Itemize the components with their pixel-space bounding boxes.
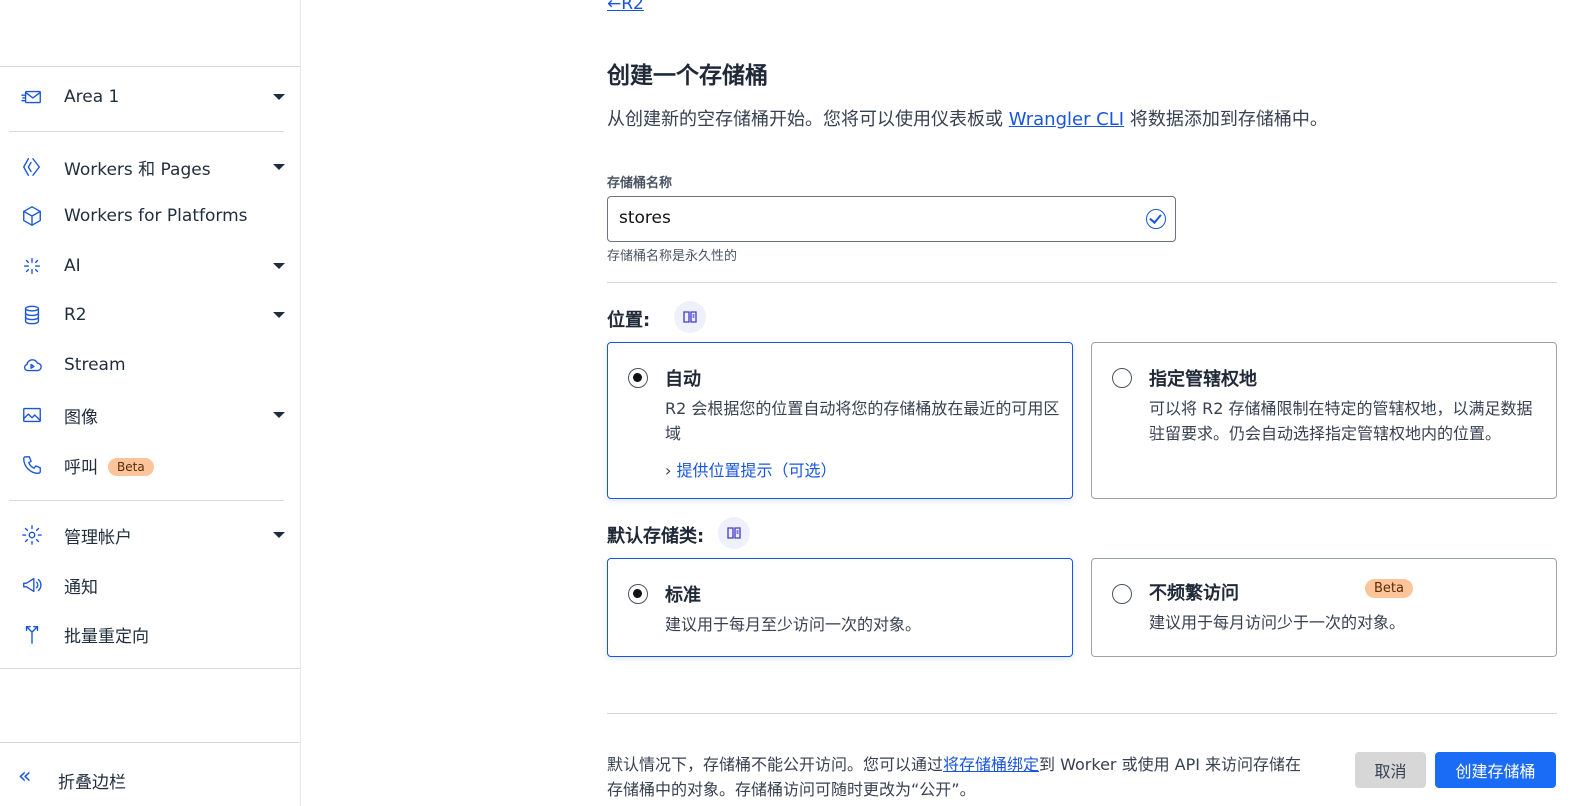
storage-standard-title: 标准: [665, 585, 701, 606]
page-title: 创建一个存储桶: [607, 63, 768, 89]
beta-badge: Beta: [108, 457, 154, 476]
sidebar-divider: [0, 742, 300, 743]
sidebar-item-stream[interactable]: Stream: [0, 345, 300, 385]
sidebar-item-label: 呼叫 Beta: [64, 453, 154, 478]
back-link[interactable]: ←R2: [607, 0, 644, 14]
collapse-sidebar-button[interactable]: « 折叠边栏: [0, 756, 300, 800]
docs-book-icon[interactable]: [718, 517, 750, 549]
sidebar-item-label: 管理帐户: [64, 527, 132, 548]
megaphone-icon: [20, 573, 44, 597]
sidebar-item-label: 批量重定向: [64, 626, 149, 647]
sidebar-item-workers-for-platforms[interactable]: Workers for Platforms: [0, 196, 300, 236]
location-jurisdiction-option[interactable]: 指定管辖权地 可以将 R2 存储桶限制在特定的管辖权地，以满足数据驻留要求。仍会…: [1091, 342, 1557, 499]
chevron-down-icon: [273, 94, 285, 100]
sidebar-item-label: 通知: [64, 577, 98, 598]
bucket-name-field[interactable]: [607, 196, 1176, 242]
location-auto-option[interactable]: 自动 R2 会根据您的位置自动将您的存储桶放在最近的可用区域 › 提供位置提示（…: [607, 342, 1073, 499]
docs-book-icon[interactable]: [674, 301, 706, 333]
sidebar-item-images[interactable]: 图像: [0, 395, 300, 435]
sidebar-divider: [0, 668, 300, 669]
divider: [607, 282, 1557, 283]
location-label: 位置:: [607, 310, 651, 331]
chevron-down-icon: [273, 312, 285, 318]
chevron-down-icon: [273, 164, 285, 170]
sidebar-item-label: AI: [64, 256, 81, 276]
sidebar-item-calls[interactable]: 呼叫 Beta: [0, 445, 300, 485]
page-description: 从创建新的空存储桶开始。您将可以使用仪表板或 Wrangler CLI 将数据添…: [607, 109, 1328, 130]
storage-infrequent-desc: 建议用于每月访问少于一次的对象。: [1149, 613, 1406, 632]
sidebar-item-workers-pages[interactable]: Workers 和 Pages: [0, 147, 300, 187]
divider: [607, 713, 1557, 714]
redirect-icon: [20, 622, 44, 646]
footer-note: 默认情况下，存储桶不能公开访问。您可以通过将存储桶绑定到 Worker 或使用 …: [607, 755, 1302, 799]
double-chevron-left-icon: «: [18, 764, 32, 789]
sidebar-item-label: Stream: [64, 355, 126, 375]
collapse-sidebar-label: 折叠边栏: [58, 773, 126, 793]
storage-standard-option[interactable]: 标准 建议用于每月至少访问一次的对象。: [607, 558, 1073, 657]
location-jurisdiction-title: 指定管辖权地: [1149, 369, 1257, 390]
back-link-label: R2: [621, 0, 644, 14]
sidebar-item-ai[interactable]: AI: [0, 246, 300, 286]
arrow-left-icon: ←: [607, 0, 622, 14]
sparkle-icon: [20, 254, 44, 278]
mail-shield-icon: [20, 85, 44, 109]
check-circle-icon: [1146, 209, 1166, 229]
stream-cloud-icon: [20, 353, 44, 377]
bucket-name-hint: 存储桶名称是永久性的: [607, 249, 738, 264]
sidebar-item-label: Workers 和 Pages: [64, 159, 211, 180]
storage-infrequent-title: 不频繁访问: [1149, 583, 1239, 604]
chevron-down-icon: [273, 532, 285, 538]
bucket-name-input[interactable]: [619, 208, 1119, 228]
storage-class-label: 默认存储类:: [607, 526, 705, 547]
bucket-name-label: 存储桶名称: [607, 176, 673, 191]
chevron-down-icon: [273, 412, 285, 418]
sidebar-divider: [9, 131, 284, 132]
sidebar: Area 1 Workers 和 Pages Workers for Platf…: [0, 0, 301, 806]
database-icon: [20, 303, 44, 327]
sidebar-divider: [0, 66, 300, 67]
chevron-right-icon: ›: [665, 461, 677, 480]
bind-bucket-link[interactable]: 将存储桶绑定: [943, 755, 1039, 774]
storage-infrequent-radio[interactable]: [1112, 584, 1132, 604]
storage-standard-desc: 建议用于每月至少访问一次的对象。: [665, 615, 922, 634]
cancel-button[interactable]: 取消: [1355, 752, 1426, 788]
location-auto-desc: R2 会根据您的位置自动将您的存储桶放在最近的可用区域: [665, 399, 1060, 443]
sidebar-item-label: Area 1: [64, 87, 120, 107]
workers-icon: [20, 155, 44, 179]
wrangler-cli-link[interactable]: Wrangler CLI: [1009, 109, 1124, 130]
create-bucket-button[interactable]: 创建存储桶: [1435, 752, 1556, 788]
sidebar-item-label: R2: [64, 305, 87, 325]
cube-icon: [20, 204, 44, 228]
location-hint-link[interactable]: › 提供位置提示（可选）: [665, 457, 837, 481]
sidebar-item-label: Workers for Platforms: [64, 206, 248, 226]
sidebar-item-bulk-redirects[interactable]: 批量重定向: [0, 614, 300, 654]
storage-infrequent-option[interactable]: 不频繁访问 Beta 建议用于每月访问少于一次的对象。: [1091, 558, 1557, 657]
storage-standard-radio[interactable]: [628, 584, 648, 604]
phone-icon: [20, 453, 44, 477]
chevron-down-icon: [273, 263, 285, 269]
sidebar-item-label: 图像: [64, 407, 98, 428]
image-icon: [20, 403, 44, 427]
beta-badge: Beta: [1365, 579, 1413, 598]
location-auto-title: 自动: [665, 369, 701, 390]
sidebar-divider: [9, 500, 284, 501]
sidebar-item-area1[interactable]: Area 1: [0, 77, 300, 117]
location-jurisdiction-radio[interactable]: [1112, 368, 1132, 388]
location-auto-radio[interactable]: [628, 368, 648, 388]
location-jurisdiction-desc: 可以将 R2 存储桶限制在特定的管辖权地，以满足数据驻留要求。仍会自动选择指定管…: [1149, 399, 1533, 443]
sidebar-item-notifications[interactable]: 通知: [0, 565, 300, 605]
sidebar-item-manage-account[interactable]: 管理帐户: [0, 515, 300, 555]
gear-icon: [20, 523, 44, 547]
sidebar-item-r2[interactable]: R2: [0, 295, 300, 335]
